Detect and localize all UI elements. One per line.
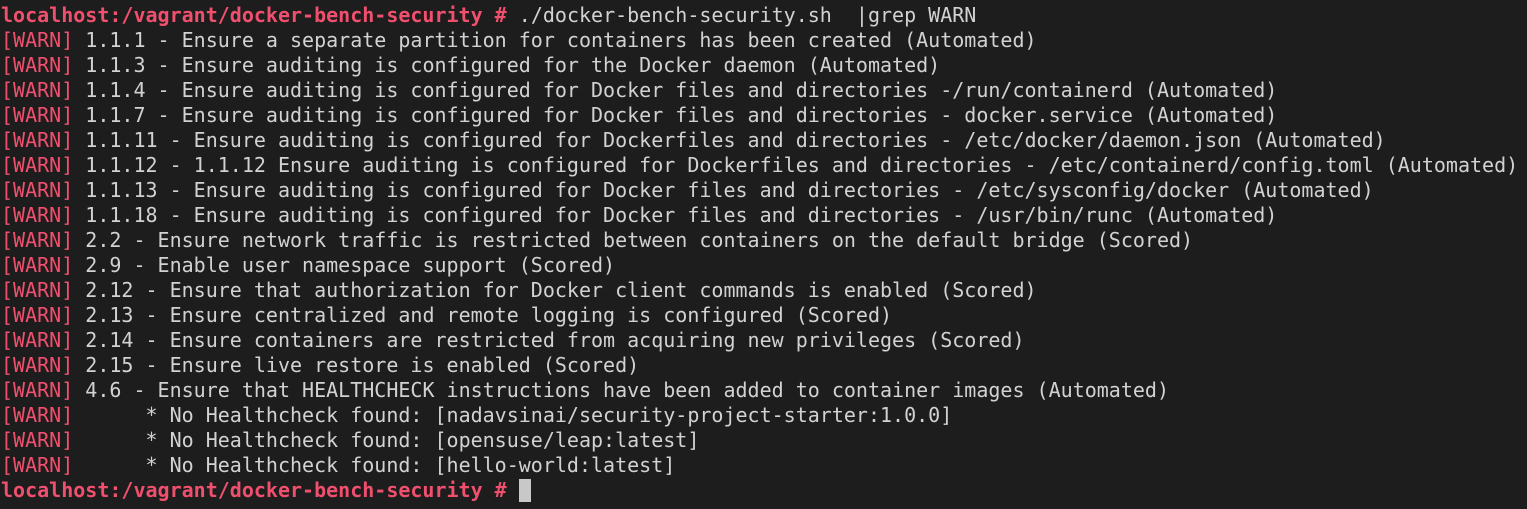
output-line: [WARN] 2.15 - Ensure live restore is ena… — [1, 353, 1518, 378]
warn-message: 1.1.12 - 1.1.12 Ensure auditing is confi… — [73, 153, 1519, 177]
warn-message: 2.12 - Ensure that authorization for Doc… — [73, 278, 1037, 302]
output-line: [WARN] 2.2 - Ensure network traffic is r… — [1, 228, 1518, 253]
warn-message: 2.15 - Ensure live restore is enabled (S… — [73, 353, 640, 377]
warn-message: 1.1.11 - Ensure auditing is configured f… — [73, 128, 1386, 152]
warn-tag: [WARN] — [1, 378, 74, 402]
warn-message: 2.2 - Ensure network traffic is restrict… — [73, 228, 1194, 252]
output-line: [WARN] 1.1.18 - Ensure auditing is confi… — [1, 203, 1518, 228]
output-line: [WARN] * No Healthcheck found: [opensuse… — [1, 428, 1518, 453]
output-line: [WARN] 1.1.3 - Ensure auditing is config… — [1, 53, 1518, 78]
warn-tag: [WARN] — [1, 303, 74, 327]
current-prompt-line[interactable]: localhost:/vagrant/docker-bench-security… — [1, 478, 1518, 503]
warn-message: 1.1.7 - Ensure auditing is configured fo… — [73, 103, 1278, 127]
warn-tag: [WARN] — [1, 78, 74, 102]
warn-message: 2.14 - Ensure containers are restricted … — [73, 328, 1025, 352]
output-line: [WARN] 1.1.1 - Ensure a separate partiti… — [1, 28, 1518, 53]
command-line: localhost:/vagrant/docker-bench-security… — [1, 3, 1518, 28]
output-line: [WARN] 4.6 - Ensure that HEALTHCHECK ins… — [1, 378, 1518, 403]
warn-tag: [WARN] — [1, 178, 74, 202]
warn-tag: [WARN] — [1, 203, 74, 227]
warn-message: 2.9 - Enable user namespace support (Sco… — [73, 253, 616, 277]
warn-tag: [WARN] — [1, 153, 74, 177]
output-line: [WARN] 1.1.7 - Ensure auditing is config… — [1, 103, 1518, 128]
warn-message: * No Healthcheck found: [opensuse/leap:l… — [73, 428, 700, 452]
warn-tag: [WARN] — [1, 328, 74, 352]
output-line: [WARN] 2.9 - Enable user namespace suppo… — [1, 253, 1518, 278]
warn-message: 1.1.18 - Ensure auditing is configured f… — [73, 203, 1278, 227]
warn-message: * No Healthcheck found: [hello-world:lat… — [73, 453, 676, 477]
output-line: [WARN] 1.1.11 - Ensure auditing is confi… — [1, 128, 1518, 153]
warn-message: 2.13 - Ensure centralized and remote log… — [73, 303, 893, 327]
output-line: [WARN] * No Healthcheck found: [hello-wo… — [1, 453, 1518, 478]
output-line: [WARN] 1.1.13 - Ensure auditing is confi… — [1, 178, 1518, 203]
warn-message: 4.6 - Ensure that HEALTHCHECK instructio… — [73, 378, 1169, 402]
output-line: [WARN] * No Healthcheck found: [nadavsin… — [1, 403, 1518, 428]
output-line: [WARN] 2.12 - Ensure that authorization … — [1, 278, 1518, 303]
warn-tag: [WARN] — [1, 403, 74, 427]
warn-tag: [WARN] — [1, 28, 74, 52]
warn-tag: [WARN] — [1, 428, 74, 452]
output-line: [WARN] 2.13 - Ensure centralized and rem… — [1, 303, 1518, 328]
warn-tag: [WARN] — [1, 253, 74, 277]
output-line: [WARN] 1.1.4 - Ensure auditing is config… — [1, 78, 1518, 103]
output-line: [WARN] 1.1.12 - 1.1.12 Ensure auditing i… — [1, 153, 1518, 178]
command-text: ./docker-bench-security.sh |grep WARN — [506, 3, 977, 27]
shell-prompt: localhost:/vagrant/docker-bench-security… — [1, 478, 507, 502]
warn-tag: [WARN] — [1, 228, 74, 252]
output-line: [WARN] 2.14 - Ensure containers are rest… — [1, 328, 1518, 353]
warn-message: 1.1.4 - Ensure auditing is configured fo… — [73, 78, 1278, 102]
warn-message: 1.1.1 - Ensure a separate partition for … — [73, 28, 1037, 52]
terminal-output[interactable]: localhost:/vagrant/docker-bench-security… — [1, 3, 1518, 503]
warn-tag: [WARN] — [1, 53, 74, 77]
warn-tag: [WARN] — [1, 128, 74, 152]
warn-message: 1.1.3 - Ensure auditing is configured fo… — [73, 53, 941, 77]
warn-tag: [WARN] — [1, 453, 74, 477]
shell-prompt: localhost:/vagrant/docker-bench-security… — [1, 3, 507, 27]
warn-message: * No Healthcheck found: [nadavsinai/secu… — [73, 403, 953, 427]
warn-tag: [WARN] — [1, 353, 74, 377]
warn-tag: [WARN] — [1, 278, 74, 302]
text-cursor — [518, 479, 531, 502]
warn-message: 1.1.13 - Ensure auditing is configured f… — [73, 178, 1374, 202]
warn-tag: [WARN] — [1, 103, 74, 127]
